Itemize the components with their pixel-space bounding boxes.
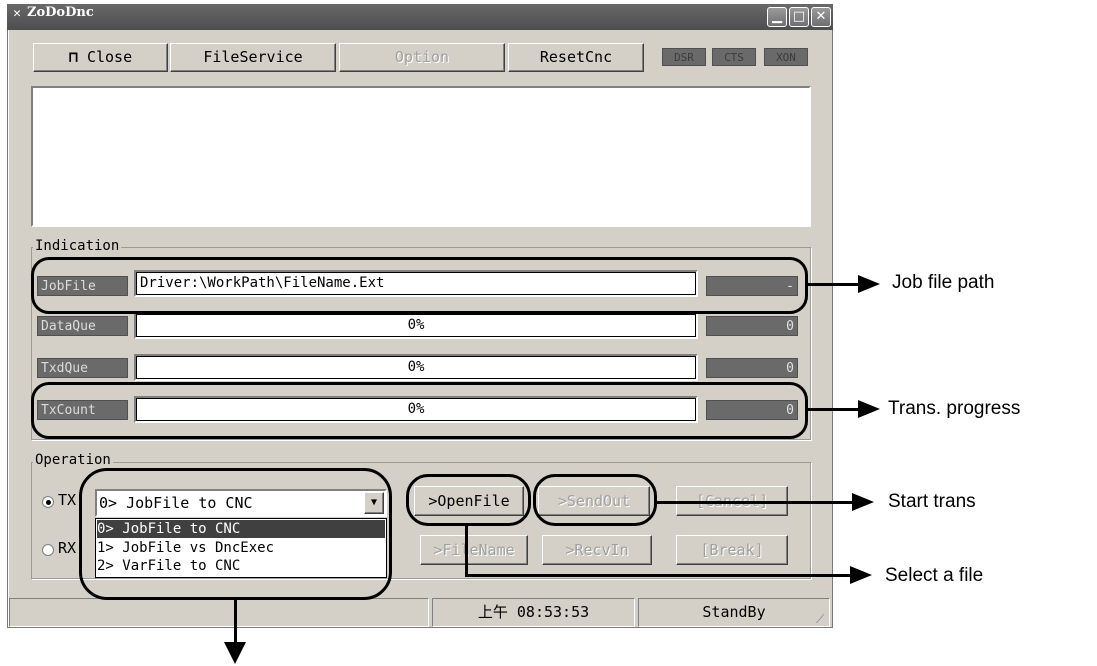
title-bar[interactable] [7, 4, 833, 30]
recvin-button[interactable]: >RecvIn [542, 535, 652, 565]
maximize-icon: □ [792, 9, 806, 24]
close-window-button[interactable]: ✕ [811, 7, 831, 27]
note-trans-progress: Trans. progress [888, 398, 1021, 419]
note-start-trans: Start trans [888, 491, 976, 512]
app-icon[interactable]: ✕ [10, 7, 24, 21]
arrow-down-line [234, 600, 237, 644]
led-xon: XON [764, 48, 808, 66]
dataque-count: 0 [706, 316, 798, 336]
close-button[interactable]: ⊓ Close [33, 43, 168, 72]
arrowhead-sendout [852, 493, 874, 511]
arrow-line-openfile [465, 574, 850, 577]
message-log[interactable] [31, 86, 811, 227]
exit-door-icon: ⊓ [68, 48, 78, 66]
rx-radio[interactable] [42, 544, 54, 556]
callout-sendout [533, 474, 657, 526]
option-button[interactable]: Option [339, 43, 505, 72]
rx-radio-label: RX [58, 539, 77, 557]
fileservice-button[interactable]: FileService [170, 43, 336, 72]
arrowhead-openfile [850, 566, 872, 584]
arrowhead-down [224, 642, 246, 664]
arrowhead-txcount [858, 400, 880, 418]
led-dsr: DSR [662, 48, 706, 66]
status-panel-message [9, 598, 429, 627]
dataque-progress: 0% [134, 312, 698, 339]
close-icon: ✕ [815, 9, 827, 24]
break-button[interactable]: [Break] [676, 535, 788, 565]
status-state: StandBy [638, 598, 830, 627]
window-title: ZoDoDnc [27, 5, 94, 20]
txdque-label: TxdQue [37, 358, 128, 378]
tx-radio-label: TX [58, 491, 77, 509]
txdque-count: 0 [706, 358, 798, 378]
callout-mode-select [79, 468, 392, 600]
filename-button[interactable]: >FileName [420, 535, 528, 565]
callout-jobfile [31, 257, 808, 314]
status-time: 上午 08:53:53 [432, 598, 635, 627]
maximize-button[interactable]: □ [789, 7, 809, 27]
operation-title: Operation [33, 452, 113, 468]
arrow-line-sendout [657, 501, 853, 504]
arrowhead-jobfile [858, 275, 880, 293]
arrow-line-txcount [808, 408, 860, 411]
indication-title: Indication [33, 238, 122, 254]
arrow-vline-openfile [465, 526, 468, 576]
close-button-label: Close [86, 48, 133, 66]
txdque-progress: 0% [134, 354, 698, 381]
arrow-line-jobfile [808, 283, 860, 286]
callout-openfile [406, 474, 531, 526]
callout-txcount [31, 382, 808, 439]
resetcnc-button[interactable]: ResetCnc [508, 43, 644, 72]
led-cts: CTS [712, 48, 756, 66]
note-select-file: Select a file [885, 565, 984, 586]
resize-grip-icon[interactable]: ⟋ [816, 612, 824, 627]
minimize-button[interactable]: ▁ [767, 7, 787, 27]
minimize-icon: ▁ [772, 9, 782, 24]
tx-radio[interactable] [42, 496, 54, 508]
dataque-label: DataQue [37, 316, 128, 336]
note-job-file-path: Job file path [892, 272, 995, 293]
